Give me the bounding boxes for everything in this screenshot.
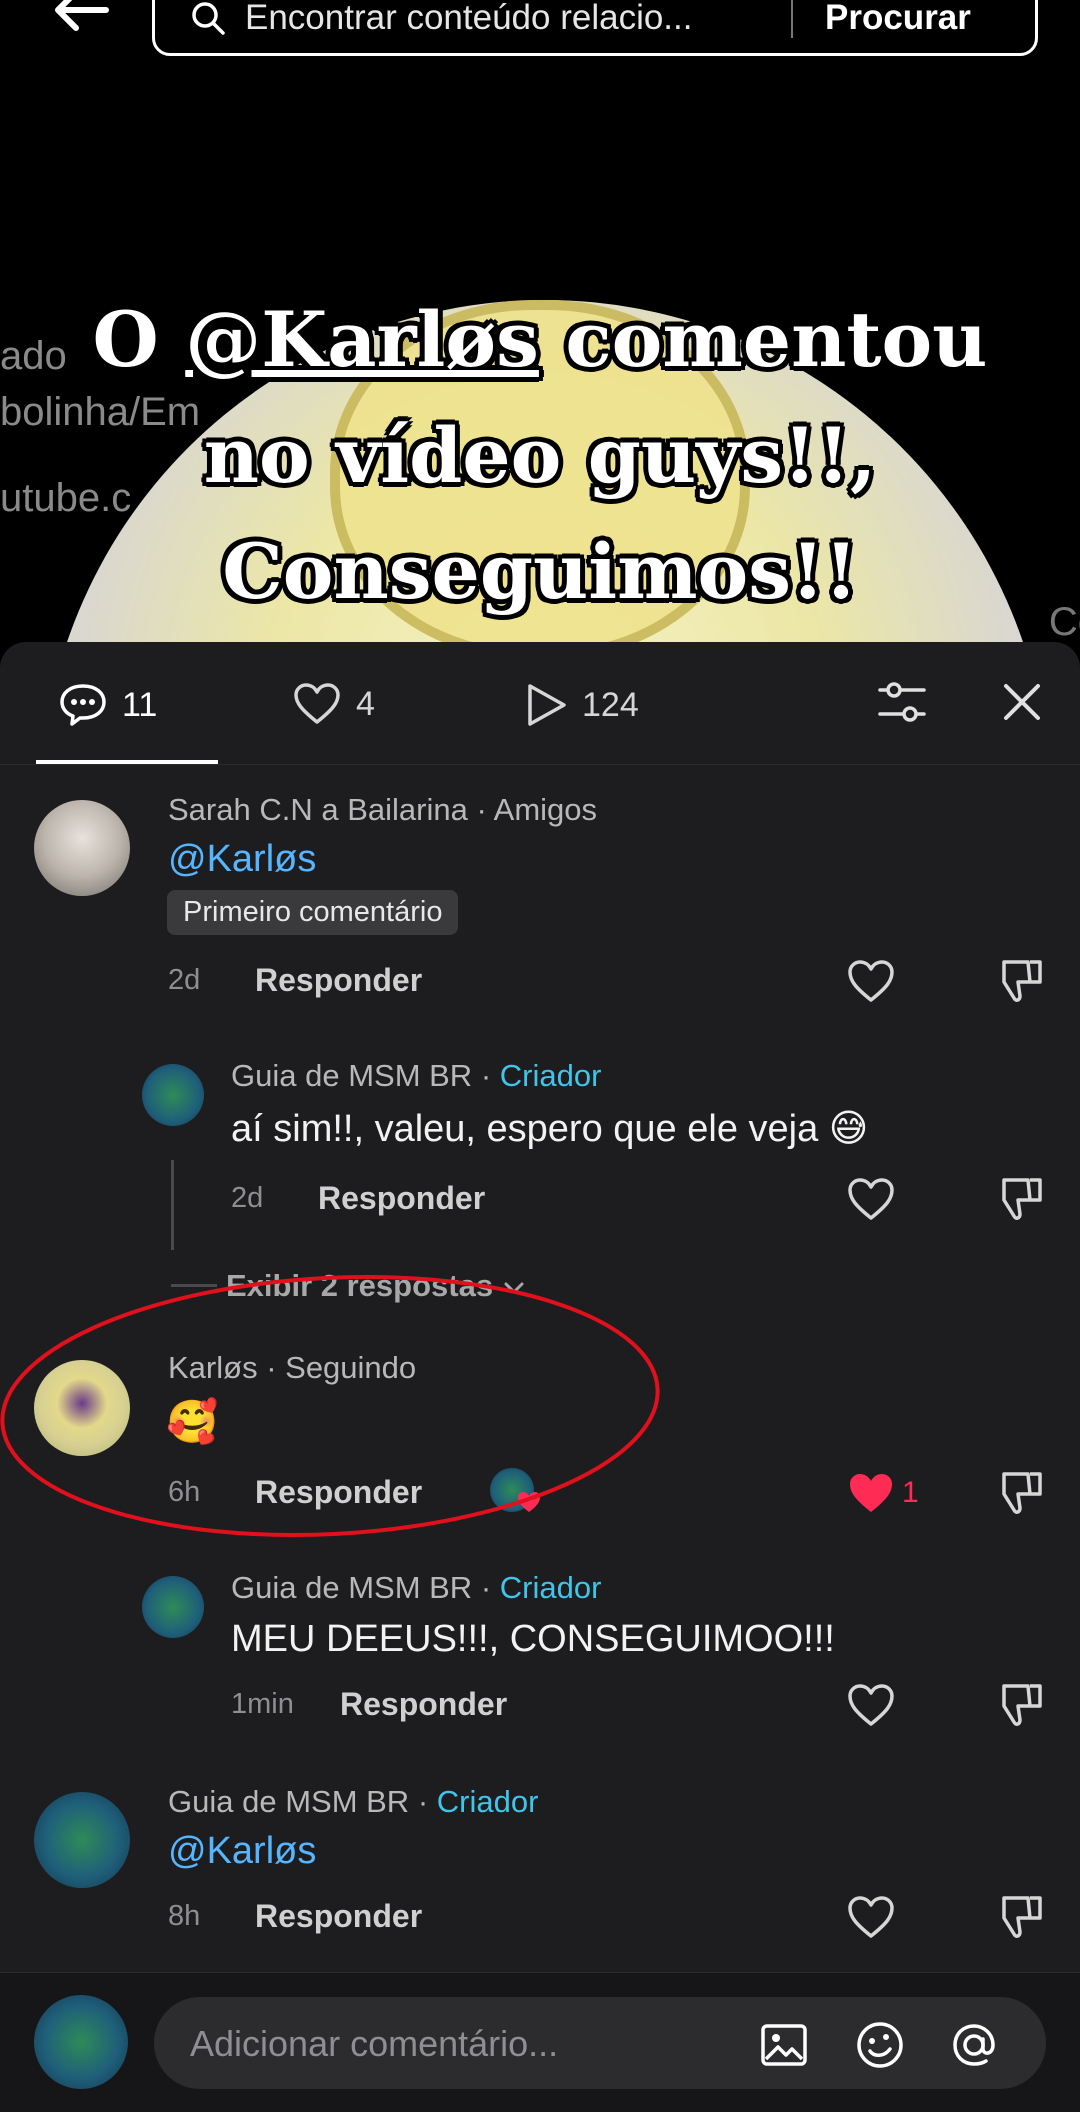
close-icon[interactable] bbox=[998, 678, 1046, 726]
comment-text: 🥰 bbox=[166, 1398, 219, 1445]
avatar[interactable] bbox=[34, 1792, 130, 1888]
creator-label: Criador bbox=[436, 1784, 539, 1819]
search-divider bbox=[791, 0, 793, 38]
reply-button[interactable]: Responder bbox=[340, 1686, 507, 1723]
comment-author-line: Sarah C.N a Bailarina · Amigos bbox=[168, 792, 598, 827]
tab-likes[interactable]: 4 bbox=[292, 682, 375, 726]
search-button[interactable]: Procurar bbox=[825, 0, 971, 38]
like-count: 1 bbox=[902, 1476, 919, 1509]
creator-label: Criador bbox=[499, 1570, 602, 1605]
image-icon[interactable] bbox=[758, 2019, 810, 2071]
heart-icon[interactable] bbox=[846, 1176, 896, 1222]
tab-views[interactable]: 124 bbox=[524, 682, 639, 728]
thread-line bbox=[171, 1160, 174, 1250]
comment-time: 6h bbox=[168, 1476, 201, 1508]
thread-line bbox=[171, 1284, 217, 1287]
comment-composer: Adicionar comentário... bbox=[0, 1972, 1080, 2112]
tab-comments[interactable]: 11 bbox=[58, 682, 157, 728]
comment-time: 8h bbox=[168, 1900, 201, 1932]
comment-mention[interactable]: @Karløs bbox=[168, 838, 316, 881]
caption-line-1: O @Karløs comentou bbox=[92, 295, 988, 384]
heart-icon[interactable] bbox=[846, 958, 896, 1004]
likes-count: 4 bbox=[356, 684, 375, 723]
video-area[interactable]: ado bolinha/Em utube.c Co Encontrar cont… bbox=[0, 0, 1080, 650]
comment-mention[interactable]: @Karløs bbox=[168, 1830, 316, 1873]
caption-line-3: Conseguimos!! bbox=[222, 527, 858, 616]
comment-time: 2d bbox=[231, 1182, 264, 1214]
caption-mention: @Karløs bbox=[185, 295, 539, 384]
back-arrow-icon[interactable] bbox=[50, 0, 110, 36]
reply-author[interactable]: Guia de MSM BR bbox=[231, 1058, 472, 1093]
reply-button[interactable]: Responder bbox=[255, 1474, 422, 1511]
reply-button[interactable]: Responder bbox=[255, 962, 422, 999]
comment-author[interactable]: Karløs bbox=[168, 1350, 258, 1385]
chevron-down-icon bbox=[504, 1282, 524, 1294]
comment-author[interactable]: Sarah C.N a Bailarina bbox=[168, 792, 468, 827]
at-icon[interactable] bbox=[948, 2019, 1000, 2071]
relation-label: Amigos bbox=[493, 792, 598, 827]
search-input[interactable]: Encontrar conteúdo relacio... bbox=[245, 0, 785, 38]
avatar bbox=[34, 1995, 128, 2089]
filter-icon[interactable] bbox=[874, 674, 930, 730]
heart-icon bbox=[294, 683, 340, 724]
heart-icon[interactable] bbox=[846, 1894, 896, 1940]
emoji-icon[interactable] bbox=[854, 2019, 906, 2071]
avatar[interactable] bbox=[142, 1576, 204, 1638]
caption-line-2: no vídeo guys!!, bbox=[203, 411, 877, 500]
reply-button[interactable]: Responder bbox=[318, 1180, 485, 1217]
dislike-icon[interactable] bbox=[998, 956, 1048, 1006]
reply-author-line: Guia de MSM BR · Criador bbox=[231, 1570, 602, 1605]
play-icon bbox=[528, 684, 566, 726]
dislike-icon[interactable] bbox=[998, 1468, 1048, 1518]
sheet-tabs: 11 4 124 bbox=[0, 642, 1080, 766]
reply-text: MEU DEEUS!!!, CONSEGUIMOO!!! bbox=[231, 1618, 835, 1660]
reply-author[interactable]: Guia de MSM BR bbox=[231, 1570, 472, 1605]
heart-icon[interactable] bbox=[846, 1682, 896, 1728]
dislike-icon[interactable] bbox=[998, 1680, 1048, 1730]
search-bar[interactable]: Encontrar conteúdo relacio... Procurar bbox=[152, 0, 1038, 56]
heart-icon[interactable] bbox=[846, 1470, 896, 1516]
dislike-icon[interactable] bbox=[998, 1174, 1048, 1224]
comment-input-placeholder: Adicionar comentário... bbox=[190, 2023, 559, 2064]
comment-input[interactable]: Adicionar comentário... bbox=[154, 1997, 1046, 2089]
comment-time: 2d bbox=[168, 964, 201, 996]
avatar[interactable] bbox=[34, 800, 130, 896]
relation-label: Seguindo bbox=[285, 1350, 417, 1385]
creator-liked-avatar bbox=[490, 1468, 540, 1512]
heart-icon bbox=[518, 1492, 540, 1512]
views-count: 124 bbox=[582, 685, 639, 724]
first-comment-badge: Primeiro comentário bbox=[167, 890, 459, 935]
comment-author-line: Karløs · Seguindo bbox=[168, 1350, 417, 1385]
dislike-icon[interactable] bbox=[998, 1892, 1048, 1942]
reply-text: aí sim!!, valeu, espero que ele veja 😅 bbox=[231, 1108, 869, 1150]
reply-author-line: Guia de MSM BR · Criador bbox=[231, 1058, 602, 1093]
reply-button[interactable]: Responder bbox=[255, 1898, 422, 1935]
divider bbox=[0, 764, 1080, 765]
video-caption: O @Karløs comentou no vídeo guys!!, Cons… bbox=[0, 282, 1080, 630]
search-icon bbox=[192, 2, 225, 35]
comment-author-line: Guia de MSM BR · Criador bbox=[168, 1784, 539, 1819]
avatar[interactable] bbox=[142, 1064, 204, 1126]
comments-sheet: 11 4 124 bbox=[0, 642, 1080, 2112]
comment-time: 1min bbox=[231, 1688, 294, 1720]
comment-icon bbox=[60, 684, 106, 726]
comments-count: 11 bbox=[122, 685, 158, 724]
comment-author[interactable]: Guia de MSM BR bbox=[168, 1784, 409, 1819]
view-replies-button[interactable]: Exibir 2 respostas bbox=[226, 1268, 526, 1304]
avatar[interactable] bbox=[34, 1360, 130, 1456]
creator-label: Criador bbox=[499, 1058, 602, 1093]
